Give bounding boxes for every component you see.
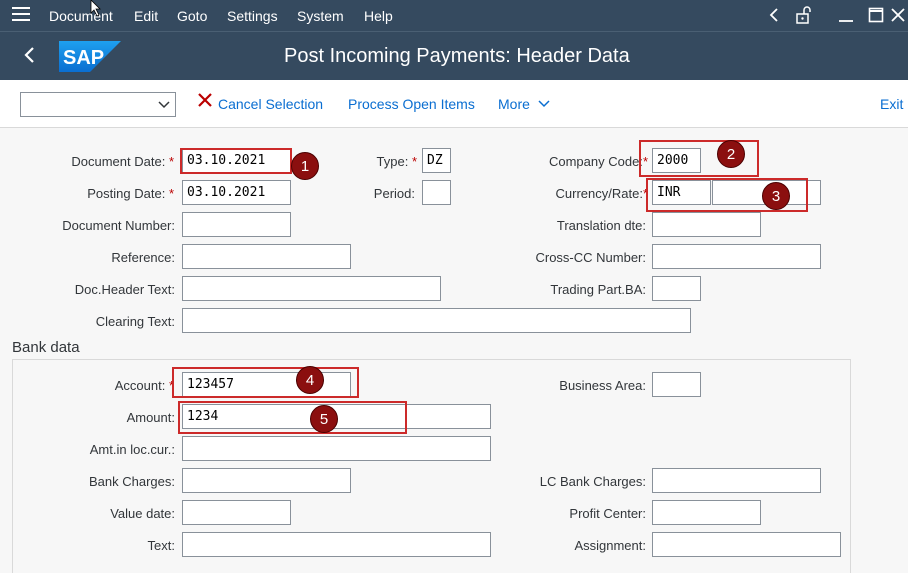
lc-bank-charges-field[interactable] [652, 468, 821, 493]
clearing-text-label: Clearing Text: [95, 314, 175, 329]
profit-center-field[interactable] [652, 500, 761, 525]
cross-cc-number-field[interactable] [652, 244, 821, 269]
posting-date-label: Posting Date: * [87, 186, 174, 201]
business-area-field[interactable] [652, 372, 701, 397]
menu-settings[interactable]: Settings [227, 8, 278, 24]
value-date-label: Value date: [110, 506, 175, 521]
business-area-label: Business Area: [559, 378, 646, 393]
close-icon[interactable] [890, 5, 906, 31]
toolbar: Cancel Selection Process Open Items More… [0, 80, 908, 128]
document-date-label: Document Date: * [71, 154, 174, 169]
bank-charges-field[interactable] [182, 468, 351, 493]
cross-cc-number-label: Cross-CC Number: [535, 250, 646, 265]
type-field[interactable]: DZ [422, 148, 451, 173]
menu-system[interactable]: System [297, 8, 344, 24]
process-open-items-button[interactable]: Process Open Items [348, 96, 475, 112]
translation-date-field[interactable] [652, 212, 761, 237]
clearing-text-field[interactable] [182, 308, 691, 333]
shell-header: SAP Post Incoming Payments: Header Data [0, 31, 908, 80]
unlock-icon[interactable] [795, 5, 813, 31]
assignment-field[interactable] [652, 532, 841, 557]
bank-data-title: Bank data [12, 339, 80, 356]
period-label: Period: [373, 186, 415, 201]
trading-part-ba-label: Trading Part.BA: [550, 282, 646, 297]
cancel-selection-button[interactable]: Cancel Selection [218, 96, 323, 112]
chevron-left-icon[interactable] [768, 5, 780, 31]
sap-logo-text: SAP [63, 47, 104, 69]
amt-loc-cur-field[interactable] [182, 436, 491, 461]
marker-3: 3 [762, 182, 790, 210]
sap-logo: SAP [59, 41, 121, 72]
text-label: Text: [147, 538, 175, 553]
toolbar-dropdown[interactable] [20, 92, 176, 117]
reference-field[interactable] [182, 244, 351, 269]
more-chevron-down-icon[interactable] [538, 97, 550, 113]
period-field[interactable] [422, 180, 451, 205]
document-number-field[interactable] [182, 212, 291, 237]
marker-2: 2 [717, 140, 745, 168]
posting-date-field[interactable]: 03.10.2021 [182, 180, 291, 205]
minimize-icon[interactable] [838, 5, 854, 31]
menu-help[interactable]: Help [364, 8, 393, 24]
menu-edit[interactable]: Edit [134, 8, 158, 24]
reference-label: Reference: [111, 250, 175, 265]
value-date-field[interactable] [182, 500, 291, 525]
company-code-label: Company Code:* [548, 154, 648, 169]
menu-bar: Document Edit Goto Settings System Help [0, 0, 908, 31]
bank-charges-label: Bank Charges: [89, 474, 175, 489]
maximize-icon[interactable] [868, 5, 884, 31]
mouse-pointer-icon [90, 0, 101, 16]
marker-4: 4 [296, 366, 324, 394]
doc-header-text-field[interactable] [182, 276, 441, 301]
highlight-box-1 [180, 148, 292, 174]
hamburger-menu-icon[interactable] [12, 7, 30, 23]
document-number-label: Document Number: [62, 218, 175, 233]
translation-date-label: Translation dte: [556, 218, 646, 233]
amt-loc-cur-label: Amt.in loc.cur.: [89, 442, 175, 457]
marker-5: 5 [310, 405, 338, 433]
back-arrow-icon[interactable] [22, 43, 36, 72]
cancel-x-icon[interactable] [197, 92, 213, 113]
trading-part-ba-field[interactable] [652, 276, 701, 301]
lc-bank-charges-label: LC Bank Charges: [539, 474, 646, 489]
highlight-box-4 [172, 367, 359, 398]
amount-label: Amount: [126, 410, 175, 425]
highlight-box-5 [178, 401, 407, 434]
exit-button[interactable]: Exit [880, 96, 903, 112]
chevron-down-icon [158, 96, 170, 115]
more-button[interactable]: More [498, 96, 530, 112]
currency-rate-label: Currency/Rate:* [555, 186, 648, 201]
assignment-label: Assignment: [574, 538, 646, 553]
page-title: Post Incoming Payments: Header Data [284, 45, 630, 67]
menu-goto[interactable]: Goto [177, 8, 207, 24]
account-label: Account: * [114, 378, 174, 393]
profit-center-label: Profit Center: [569, 506, 646, 521]
doc-header-text-label: Doc.Header Text: [74, 282, 175, 297]
marker-1: 1 [291, 152, 319, 180]
type-label: Type: * [376, 154, 417, 169]
menu-document[interactable]: Document [49, 8, 113, 24]
text-field[interactable] [182, 532, 491, 557]
